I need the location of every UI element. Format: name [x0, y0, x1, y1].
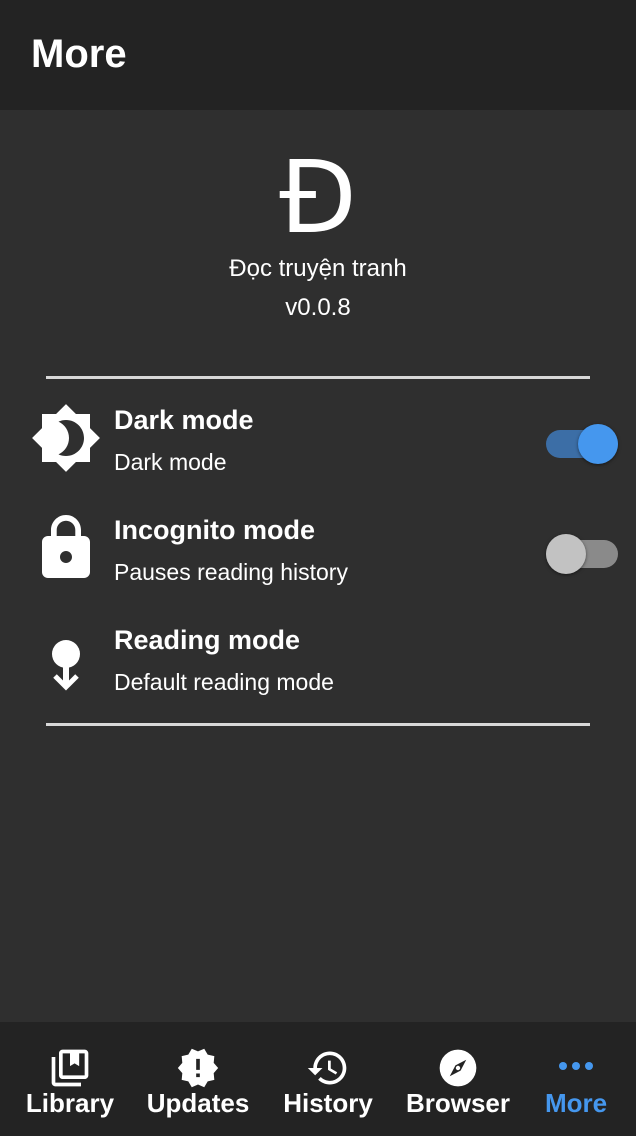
history-icon [307, 1051, 347, 1085]
library-icon [51, 1049, 89, 1087]
more-content: Đ Đọc truyện tranh v0.0.8 Dark mode Dark… [0, 110, 636, 1022]
incognito-mode-toggle[interactable] [546, 534, 618, 574]
compass-icon [439, 1049, 477, 1087]
incognito-mode-subtitle: Pauses reading history [114, 559, 348, 585]
nav-label: Browser [405, 1088, 511, 1118]
dark-mode-title: Dark mode [114, 405, 254, 435]
nav-browser[interactable]: Browser [404, 1022, 512, 1136]
app-version: v0.0.8 [285, 294, 351, 321]
lock-icon [42, 515, 90, 578]
nav-updates[interactable]: Updates [146, 1022, 250, 1136]
more-dots-icon [559, 1062, 593, 1070]
setting-dark-mode[interactable]: Dark mode Dark mode [0, 390, 636, 494]
bottom-navigation: Library Updates History Browser More [0, 1022, 636, 1136]
app-logo: Đ [279, 139, 357, 256]
nav-label: More [544, 1088, 608, 1118]
app-bar: More [0, 0, 636, 110]
divider-bottom [46, 723, 590, 726]
dark-mode-subtitle: Dark mode [114, 449, 227, 475]
toggle-thumb [546, 534, 586, 574]
nav-more[interactable]: More [540, 1022, 612, 1136]
nav-label: Library [25, 1088, 115, 1118]
updates-icon [177, 1048, 219, 1088]
reading-mode-subtitle: Default reading mode [114, 669, 334, 695]
reading-mode-icon [52, 640, 80, 691]
nav-history[interactable]: History [280, 1022, 376, 1136]
brightness-icon [32, 404, 100, 472]
setting-reading-mode[interactable]: Reading mode Default reading mode [0, 610, 636, 714]
nav-library[interactable]: Library [20, 1022, 120, 1136]
setting-incognito-mode[interactable]: Incognito mode Pauses reading history [0, 500, 636, 604]
page-title: More [31, 32, 127, 76]
divider-top [46, 376, 590, 379]
app-name: Đọc truyện tranh [229, 255, 407, 282]
incognito-mode-title: Incognito mode [114, 515, 315, 545]
reading-mode-title: Reading mode [114, 625, 301, 655]
nav-label: Updates [146, 1088, 250, 1118]
toggle-thumb [578, 424, 618, 464]
dark-mode-toggle[interactable] [546, 424, 618, 464]
nav-label: History [283, 1088, 373, 1118]
